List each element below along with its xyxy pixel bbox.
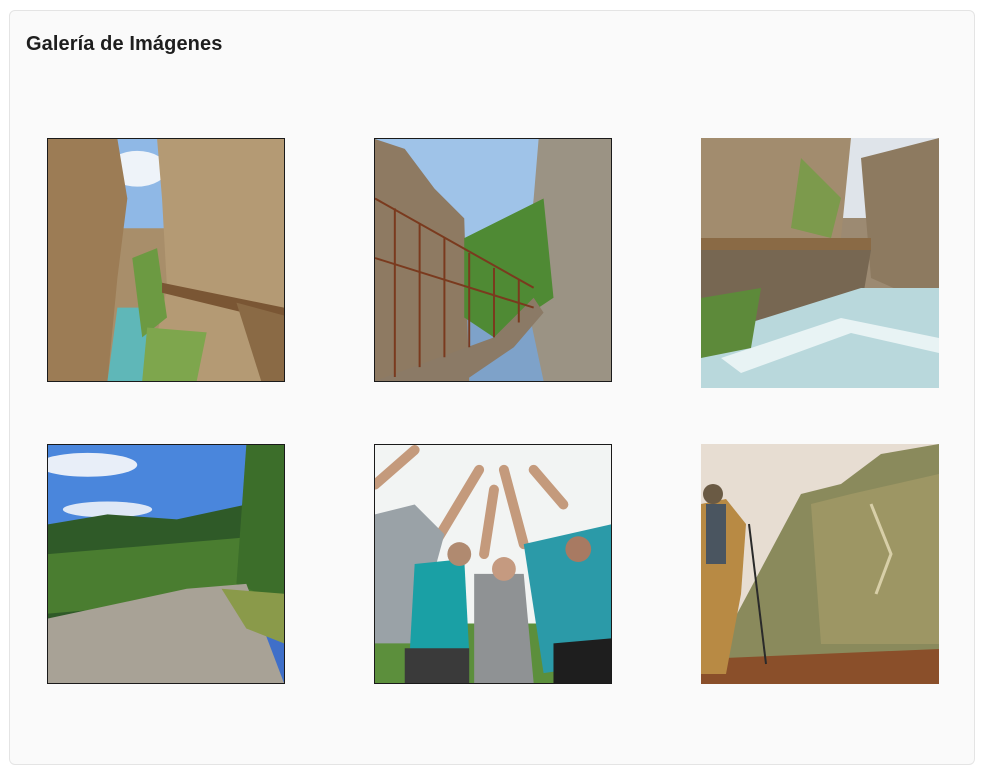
gallery-image-1[interactable] xyxy=(47,138,285,382)
gallery-image-2[interactable] xyxy=(374,138,612,382)
page-title: Galería de Imágenes xyxy=(26,33,223,55)
gallery-image-4[interactable] xyxy=(47,444,285,684)
gallery-panel: Galería de Imágenes xyxy=(9,10,975,765)
gallery-image-3[interactable] xyxy=(701,138,939,388)
gallery-image-6[interactable] xyxy=(701,444,939,684)
gallery-image-5[interactable] xyxy=(374,444,612,684)
